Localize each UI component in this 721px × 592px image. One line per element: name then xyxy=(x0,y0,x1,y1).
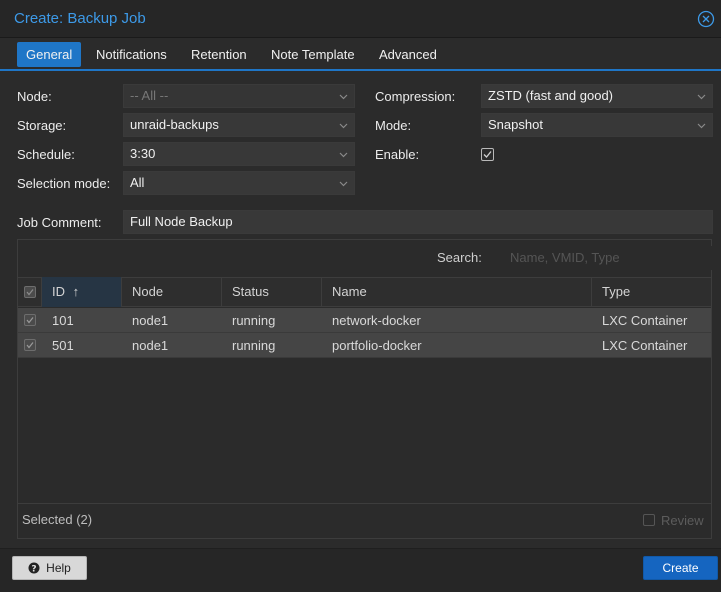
chevron-down-icon xyxy=(339,181,348,187)
row-type: LXC Container xyxy=(602,338,688,353)
tab-notifications[interactable]: Notifications xyxy=(87,42,176,67)
select-all-cell[interactable] xyxy=(18,277,42,307)
storage-label: Storage: xyxy=(17,118,67,133)
row-checkbox[interactable] xyxy=(24,314,36,326)
chevron-down-icon xyxy=(339,94,348,100)
column-header-name[interactable]: Name xyxy=(322,277,592,307)
row-node: node1 xyxy=(132,338,169,353)
sort-asc-icon: ↑ xyxy=(72,284,80,299)
dialog-footer xyxy=(0,548,721,592)
node-value: -- All -- xyxy=(130,88,169,103)
chevron-down-icon xyxy=(339,123,348,129)
node-label: Node: xyxy=(17,89,52,104)
selection-mode-select[interactable]: All xyxy=(123,171,355,195)
search-label: Search: xyxy=(437,250,482,265)
compression-value: ZSTD (fast and good) xyxy=(488,88,613,103)
chevron-down-icon xyxy=(339,152,348,158)
row-name: portfolio-docker xyxy=(332,338,422,353)
chevron-down-icon xyxy=(697,94,706,100)
chevron-down-icon xyxy=(697,123,706,129)
create-button[interactable]: Create xyxy=(643,556,718,580)
row-type: LXC Container xyxy=(602,313,688,328)
search-placeholder: Name, VMID, Type xyxy=(510,250,620,265)
table-row[interactable]: 101 node1 running network-docker LXC Con… xyxy=(18,308,711,333)
tab-general[interactable]: General xyxy=(17,42,82,67)
job-comment-label: Job Comment: xyxy=(17,215,102,230)
review-checkbox[interactable] xyxy=(643,514,655,526)
row-checkbox[interactable] xyxy=(24,339,36,351)
row-status: running xyxy=(232,313,276,328)
tab-note-template[interactable]: Note Template xyxy=(262,42,364,67)
column-id-label: ID xyxy=(52,284,65,299)
column-header-node[interactable]: Node xyxy=(122,277,222,307)
row-id: 501 xyxy=(52,338,74,353)
check-icon xyxy=(26,317,34,324)
enable-label: Enable: xyxy=(375,147,420,162)
column-header-type[interactable]: Type xyxy=(592,277,711,307)
select-all-checkbox[interactable] xyxy=(24,286,36,298)
selection-mode-value: All xyxy=(130,175,145,190)
column-header-status[interactable]: Status xyxy=(222,277,322,307)
selection-mode-label: Selection mode: xyxy=(17,176,111,191)
storage-value: unraid-backups xyxy=(130,117,219,132)
check-icon xyxy=(483,151,492,158)
mode-label: Mode: xyxy=(375,118,412,133)
grid-footer-divider xyxy=(18,503,711,504)
dialog-title: Create: Backup Job xyxy=(14,10,146,27)
check-icon xyxy=(26,342,34,349)
tab-retention[interactable]: Retention xyxy=(182,42,256,67)
help-button[interactable]: ? Help xyxy=(12,556,87,580)
table-row[interactable]: 501 node1 running portfolio-docker LXC C… xyxy=(18,333,711,358)
mode-value: Snapshot xyxy=(488,117,543,132)
question-icon: ? xyxy=(28,562,40,574)
help-label: Help xyxy=(46,561,71,575)
row-id: 101 xyxy=(52,313,74,328)
storage-select[interactable]: unraid-backups xyxy=(123,113,355,137)
row-node: node1 xyxy=(132,313,169,328)
selected-count: Selected (2) xyxy=(22,512,93,527)
review-label: Review xyxy=(661,513,704,528)
schedule-value: 3:30 xyxy=(130,146,156,161)
job-comment-value: Full Node Backup xyxy=(130,214,233,229)
close-icon[interactable] xyxy=(697,10,715,28)
compression-label: Compression: xyxy=(375,89,456,104)
mode-select[interactable]: Snapshot xyxy=(481,113,713,137)
node-select[interactable]: -- All -- xyxy=(123,84,355,108)
column-header-id[interactable]: ID ↑ xyxy=(42,277,122,307)
schedule-label: Schedule: xyxy=(17,147,75,162)
search-input[interactable]: Name, VMID, Type xyxy=(500,246,712,270)
row-name: network-docker xyxy=(332,313,421,328)
check-icon xyxy=(26,289,34,296)
row-status: running xyxy=(232,338,276,353)
tab-underline xyxy=(0,69,721,71)
schedule-select[interactable]: 3:30 xyxy=(123,142,355,166)
svg-text:?: ? xyxy=(32,564,37,574)
job-comment-input[interactable]: Full Node Backup xyxy=(123,210,713,234)
compression-select[interactable]: ZSTD (fast and good) xyxy=(481,84,713,108)
enable-checkbox[interactable] xyxy=(481,148,494,161)
tab-advanced[interactable]: Advanced xyxy=(370,42,446,67)
